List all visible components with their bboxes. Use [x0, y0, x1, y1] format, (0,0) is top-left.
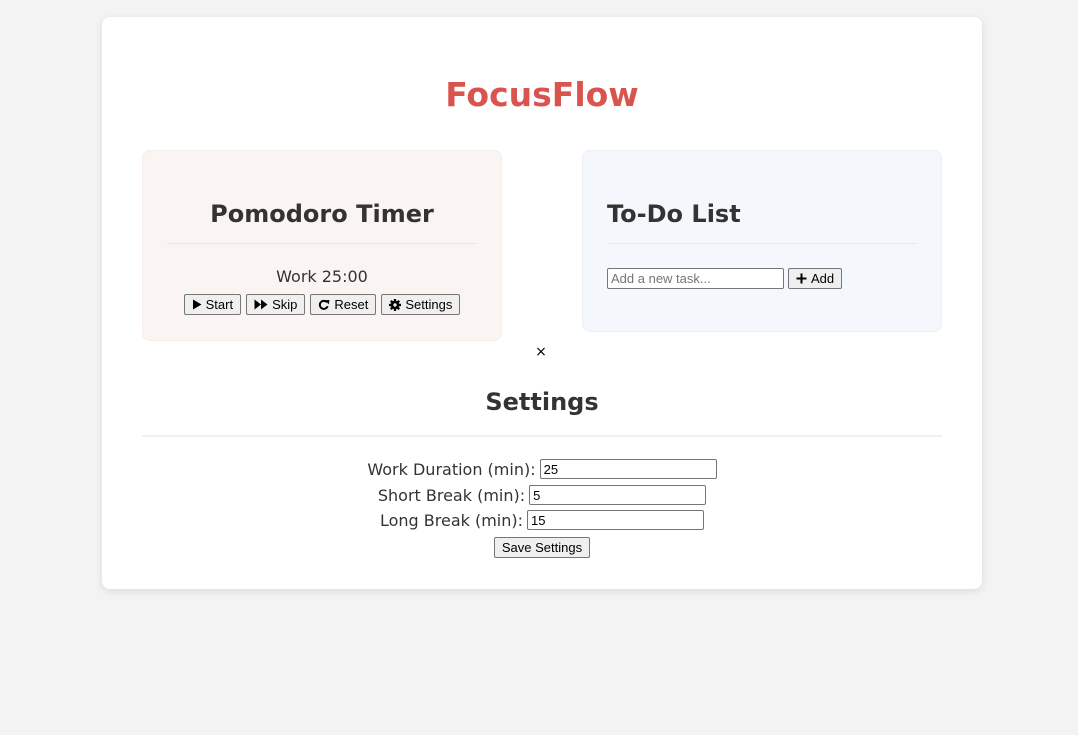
fast-forward-icon — [254, 299, 268, 310]
gear-icon — [389, 298, 402, 311]
reset-button[interactable]: Reset — [310, 294, 377, 315]
timer-controls: Start Skip Reset Settings — [143, 294, 501, 315]
long-break-input[interactable] — [527, 510, 705, 530]
todo-divider — [607, 243, 917, 244]
work-duration-label: Work Duration (min): — [367, 459, 536, 479]
start-button[interactable]: Start — [183, 294, 242, 315]
short-break-row: Short Break (min): — [102, 485, 982, 505]
save-settings-button[interactable]: Save Settings — [493, 537, 591, 558]
start-button-label: Start — [205, 297, 234, 312]
task-entry-row: Add — [607, 268, 843, 289]
add-button-label: Add — [811, 271, 835, 286]
settings-button[interactable]: Settings — [381, 294, 461, 315]
settings-button-label: Settings — [405, 297, 453, 312]
app-title: FocusFlow — [445, 75, 639, 114]
skip-button[interactable]: Skip — [246, 294, 306, 315]
timer-title: Pomodoro Timer — [210, 200, 434, 228]
app-container: FocusFlow Pomodoro Timer Work 25:00 Star… — [102, 17, 982, 589]
work-duration-input[interactable] — [539, 459, 717, 479]
save-settings-wrap: Save Settings — [102, 537, 982, 558]
long-break-row: Long Break (min): — [102, 510, 982, 530]
settings-divider — [142, 435, 942, 437]
long-break-label: Long Break (min): — [379, 510, 524, 530]
plus-icon — [796, 273, 807, 284]
todo-title: To-Do List — [607, 200, 741, 228]
short-break-label: Short Break (min): — [377, 485, 526, 505]
work-duration-row: Work Duration (min): — [102, 459, 982, 479]
timer-display: Work 25:00 — [276, 267, 368, 286]
short-break-input[interactable] — [529, 485, 707, 505]
add-task-button[interactable]: Add — [788, 268, 843, 289]
task-input[interactable] — [607, 268, 784, 289]
play-icon — [192, 299, 202, 310]
close-icon[interactable]: × — [533, 343, 549, 361]
reset-button-label: Reset — [334, 297, 369, 312]
skip-button-label: Skip — [272, 297, 298, 312]
timer-divider — [167, 243, 477, 244]
pomodoro-timer-panel: Pomodoro Timer Work 25:00 Start Skip Res — [142, 150, 502, 341]
settings-title: Settings — [485, 388, 599, 416]
todo-panel: To-Do List Add — [582, 150, 942, 332]
redo-icon — [318, 299, 330, 311]
